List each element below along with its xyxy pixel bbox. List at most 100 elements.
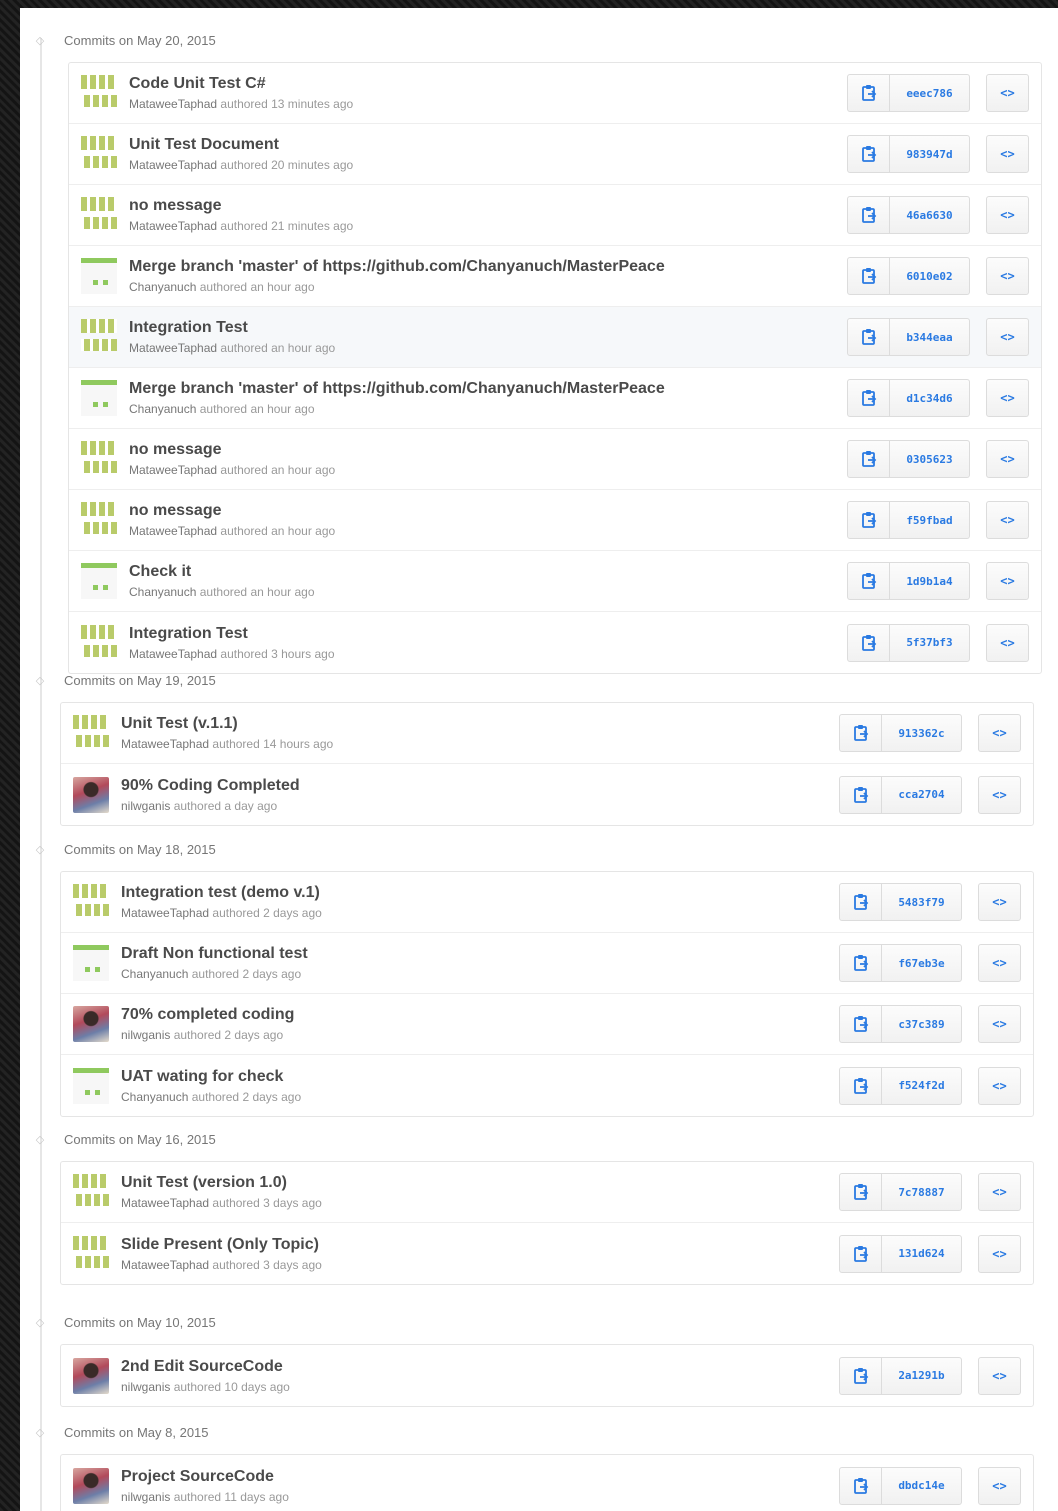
copy-sha-button[interactable] <box>840 1235 882 1272</box>
browse-code-button[interactable]: <> <box>978 1356 1021 1395</box>
commit-title-link[interactable]: Unit Test Document <box>129 135 847 155</box>
browse-code-button[interactable]: <> <box>986 623 1029 662</box>
copy-sha-button[interactable] <box>848 136 890 172</box>
copy-sha-button[interactable] <box>848 319 890 355</box>
copy-sha-button[interactable] <box>840 884 882 920</box>
nilwganis-avatar[interactable] <box>73 1357 109 1394</box>
browse-code-button[interactable]: <> <box>978 1173 1021 1211</box>
copy-sha-button[interactable] <box>848 380 890 416</box>
commit-sha-button[interactable]: c37c389 <box>882 1006 961 1042</box>
browse-code-button[interactable]: <> <box>986 196 1029 234</box>
commit-author-link[interactable]: MataweeTaphad <box>129 341 217 355</box>
browse-code-button[interactable]: <> <box>978 1466 1021 1505</box>
commit-author-link[interactable]: MataweeTaphad <box>129 219 217 233</box>
commit-title-link[interactable]: Code Unit Test C# <box>129 74 847 94</box>
commit-sha-button[interactable]: 0305623 <box>890 441 969 477</box>
commit-sha-button[interactable]: 1d9b1a4 <box>890 563 969 599</box>
commit-title-link[interactable]: UAT wating for check <box>121 1067 839 1087</box>
browse-code-button[interactable]: <> <box>978 1234 1021 1273</box>
commit-title-link[interactable]: Check it <box>129 562 847 582</box>
commit-author-link[interactable]: MataweeTaphad <box>121 906 209 920</box>
commit-sha-button[interactable]: f524f2d <box>882 1068 961 1104</box>
browse-code-button[interactable]: <> <box>978 1066 1021 1105</box>
commit-sha-button[interactable]: 983947d <box>890 136 969 172</box>
chanyanuch-avatar[interactable] <box>81 380 117 416</box>
commit-author-link[interactable]: nilwganis <box>121 1490 170 1504</box>
chanyanuch-avatar[interactable] <box>73 945 109 981</box>
chanyanuch-avatar[interactable] <box>73 1067 109 1104</box>
copy-sha-button[interactable] <box>848 563 890 599</box>
commit-sha-button[interactable]: d1c34d6 <box>890 380 969 416</box>
copy-sha-button[interactable] <box>840 1467 882 1504</box>
commit-sha-button[interactable]: 5483f79 <box>882 884 961 920</box>
commit-author-link[interactable]: nilwganis <box>121 799 170 813</box>
commit-author-link[interactable]: nilwganis <box>121 1028 170 1042</box>
commit-title-link[interactable]: Merge branch 'master' of https://github.… <box>129 257 847 277</box>
commit-title-link[interactable]: no message <box>129 440 847 460</box>
browse-code-button[interactable]: <> <box>986 440 1029 478</box>
commit-sha-button[interactable]: 131d624 <box>882 1236 961 1272</box>
copy-sha-button[interactable] <box>840 715 882 751</box>
commit-author-link[interactable]: MataweeTaphad <box>129 647 217 661</box>
nilwganis-avatar[interactable] <box>73 776 109 813</box>
commit-author-link[interactable]: MataweeTaphad <box>121 1196 209 1210</box>
commit-sha-button[interactable]: b344eaa <box>890 319 969 355</box>
nilwganis-avatar[interactable] <box>73 1467 109 1504</box>
commit-sha-button[interactable]: 2a1291b <box>882 1358 961 1394</box>
commit-sha-button[interactable]: f59fbad <box>890 502 969 538</box>
copy-sha-button[interactable] <box>848 197 890 233</box>
commit-title-link[interactable]: 2nd Edit SourceCode <box>121 1357 839 1377</box>
commit-title-link[interactable]: Unit Test (version 1.0) <box>121 1173 839 1193</box>
commit-title-link[interactable]: no message <box>129 196 847 216</box>
browse-code-button[interactable]: <> <box>986 74 1029 112</box>
mataweetaphad-avatar[interactable] <box>81 624 117 661</box>
commit-author-link[interactable]: MataweeTaphad <box>129 524 217 538</box>
browse-code-button[interactable]: <> <box>986 135 1029 173</box>
commit-sha-button[interactable]: cca2704 <box>882 777 961 813</box>
commit-sha-button[interactable]: 913362c <box>882 715 961 751</box>
browse-code-button[interactable]: <> <box>986 501 1029 539</box>
copy-sha-button[interactable] <box>848 441 890 477</box>
browse-code-button[interactable]: <> <box>978 1005 1021 1043</box>
commit-sha-button[interactable]: f67eb3e <box>882 945 961 981</box>
browse-code-button[interactable]: <> <box>986 318 1029 356</box>
copy-sha-button[interactable] <box>848 258 890 294</box>
mataweetaphad-avatar[interactable] <box>81 136 117 172</box>
copy-sha-button[interactable] <box>840 945 882 981</box>
commit-author-link[interactable]: Chanyanuch <box>121 1090 188 1104</box>
chanyanuch-avatar[interactable] <box>81 258 117 294</box>
commit-sha-button[interactable]: dbdc14e <box>882 1468 961 1504</box>
browse-code-button[interactable]: <> <box>978 714 1021 752</box>
mataweetaphad-avatar[interactable] <box>73 884 109 920</box>
commit-title-link[interactable]: Integration Test <box>129 318 847 338</box>
browse-code-button[interactable]: <> <box>986 379 1029 417</box>
copy-sha-button[interactable] <box>840 1067 882 1104</box>
commit-title-link[interactable]: 90% Coding Completed <box>121 776 839 796</box>
browse-code-button[interactable]: <> <box>986 257 1029 295</box>
commit-author-link[interactable]: MataweeTaphad <box>121 737 209 751</box>
commit-author-link[interactable]: Chanyanuch <box>121 967 188 981</box>
chanyanuch-avatar[interactable] <box>81 563 117 599</box>
commit-sha-button[interactable]: 46a6630 <box>890 197 969 233</box>
mataweetaphad-avatar[interactable] <box>81 319 117 355</box>
commit-title-link[interactable]: Unit Test (v.1.1) <box>121 714 839 734</box>
mataweetaphad-avatar[interactable] <box>73 1174 109 1210</box>
commit-sha-button[interactable]: 7c78887 <box>882 1174 961 1210</box>
commit-title-link[interactable]: Integration test (demo v.1) <box>121 883 839 903</box>
browse-code-button[interactable]: <> <box>978 775 1021 814</box>
commit-title-link[interactable]: Project SourceCode <box>121 1467 839 1487</box>
commit-title-link[interactable]: 70% completed coding <box>121 1005 839 1025</box>
mataweetaphad-avatar[interactable] <box>73 715 109 751</box>
commit-title-link[interactable]: no message <box>129 501 847 521</box>
commit-sha-button[interactable]: 6010e02 <box>890 258 969 294</box>
commit-author-link[interactable]: MataweeTaphad <box>129 158 217 172</box>
commit-title-link[interactable]: Draft Non functional test <box>121 944 839 964</box>
commit-sha-button[interactable]: 5f37bf3 <box>890 625 969 661</box>
commit-author-link[interactable]: MataweeTaphad <box>121 1258 209 1272</box>
copy-sha-button[interactable] <box>840 1006 882 1042</box>
copy-sha-button[interactable] <box>840 776 882 813</box>
copy-sha-button[interactable] <box>848 502 890 538</box>
copy-sha-button[interactable] <box>848 624 890 661</box>
mataweetaphad-avatar[interactable] <box>81 441 117 477</box>
commit-title-link[interactable]: Slide Present (Only Topic) <box>121 1235 839 1255</box>
